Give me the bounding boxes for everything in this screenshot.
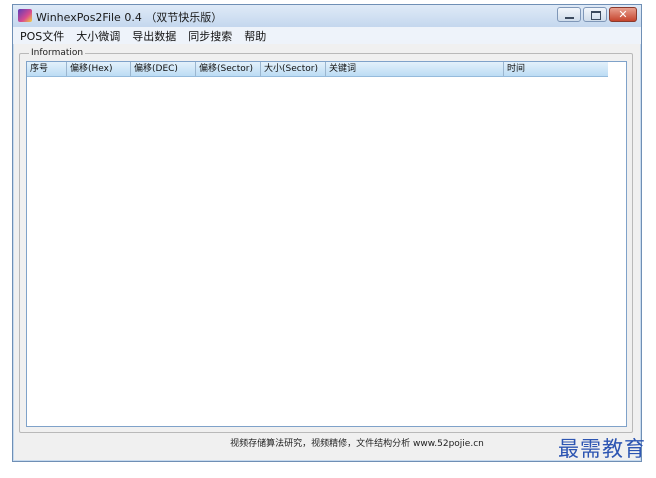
close-button[interactable]: ✕ [609, 7, 637, 22]
column-offset-dec[interactable]: 偏移(DEC) [131, 62, 196, 76]
column-keyword[interactable]: 关键词 [326, 62, 504, 76]
minimize-button[interactable] [557, 7, 581, 22]
app-window: WinhexPos2File 0.4 （双节快乐版） ✕ POS文件 大小微调 … [12, 4, 642, 462]
watermark-text: 最需教育 [558, 437, 646, 461]
menu-sync-search[interactable]: 同步搜索 [181, 27, 237, 44]
maximize-icon [591, 11, 601, 20]
menu-export-data[interactable]: 导出数据 [125, 27, 181, 44]
close-icon: ✕ [618, 8, 628, 21]
app-icon [18, 9, 32, 22]
title-bar[interactable]: WinhexPos2File 0.4 （双节快乐版） ✕ [13, 5, 641, 27]
information-group: Information 序号 偏移(Hex) 偏移(DEC) 偏移(Sector… [19, 48, 633, 433]
menu-size-adjust[interactable]: 大小微调 [69, 27, 125, 44]
results-list[interactable]: 序号 偏移(Hex) 偏移(DEC) 偏移(Sector) 大小(Sector)… [26, 61, 627, 427]
column-time[interactable]: 时间 [504, 62, 608, 76]
client-area: Information 序号 偏移(Hex) 偏移(DEC) 偏移(Sector… [14, 44, 640, 460]
maximize-button[interactable] [583, 7, 607, 22]
status-bar: 视频存储算法研究，视频精修，文件结构分析 www.52pojie.cn [230, 439, 484, 449]
column-offset-sector[interactable]: 偏移(Sector) [196, 62, 261, 76]
window-title: WinhexPos2File 0.4 （双节快乐版） [36, 11, 223, 24]
menu-pos-file[interactable]: POS文件 [13, 27, 69, 44]
column-offset-hex[interactable]: 偏移(Hex) [67, 62, 131, 76]
list-header: 序号 偏移(Hex) 偏移(DEC) 偏移(Sector) 大小(Sector)… [27, 62, 608, 77]
menu-bar: POS文件 大小微调 导出数据 同步搜索 帮助 [13, 27, 641, 44]
information-group-label: Information [29, 48, 86, 58]
column-index[interactable]: 序号 [27, 62, 67, 76]
window-controls: ✕ [557, 7, 637, 22]
column-size-sector[interactable]: 大小(Sector) [261, 62, 326, 76]
minimize-icon [565, 17, 574, 19]
menu-help[interactable]: 帮助 [237, 27, 271, 44]
